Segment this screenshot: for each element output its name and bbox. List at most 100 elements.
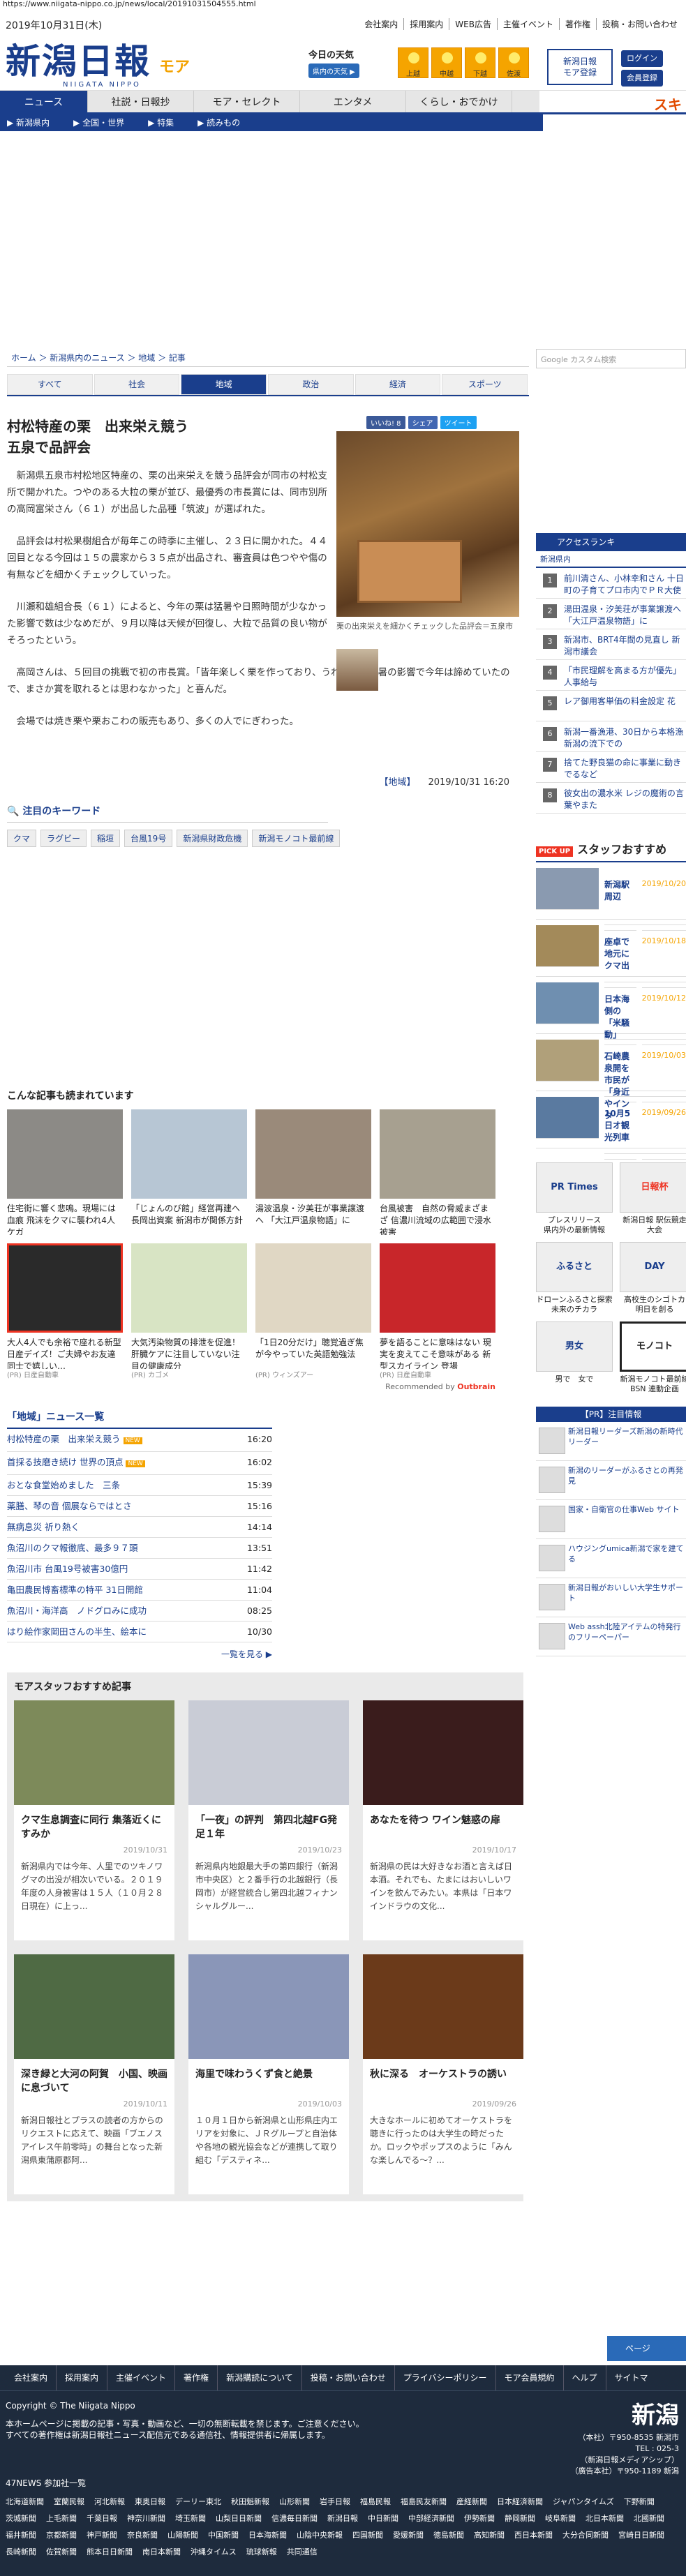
staff-card[interactable]: 秋に深る オーケストラの誘い 2019/09/26 大きなホールに初めてオーケストラ…	[363, 1954, 523, 2194]
banner[interactable]: 日報杯 新潟日報 駅伝競走大会	[620, 1162, 686, 1235]
pr-item[interactable]: Web assh北陸アイテムの特発行のフリーペーパー	[536, 1617, 686, 1656]
ranking-item[interactable]: 湯田温泉・汐美荘が事業譲渡へ「大江戸温泉物語」に	[536, 599, 686, 629]
staff-card[interactable]: あなたを待つ ワイン魅惑の扉 2019/10/17 新潟県の民は大好きなお酒と言えば…	[363, 1700, 523, 1940]
tab-politics[interactable]: 政治	[268, 374, 354, 395]
pr-item[interactable]: 新潟のリーダーがふるさとの再発見	[536, 1461, 686, 1500]
ranking-tab[interactable]: 新潟県内	[536, 551, 686, 568]
footer-link[interactable]: 主催イベント	[107, 2365, 176, 2390]
paper-link[interactable]: 山梨日日新聞	[216, 2510, 262, 2527]
news-item[interactable]: はり絵作家岡田さんの半生、絵本に 10/30	[7, 1622, 272, 1642]
paper-link[interactable]: 琉球新報	[246, 2544, 277, 2561]
paper-link[interactable]: 福島民報	[360, 2494, 391, 2510]
sr-item[interactable]: 新潟駅周辺 2019/10/20	[536, 862, 686, 931]
keyword[interactable]: 新潟県財政危機	[177, 830, 248, 847]
nav-kurashi[interactable]: くらし・おでかけ	[406, 91, 512, 112]
sr-item[interactable]: 座卓で地元にクマ出 2019/10/18	[536, 920, 686, 988]
reco-item[interactable]: 大気汚染物質の排泄を促進！肝臓ケアに注目していない注目の健康成分 (PR) カゴメ	[131, 1243, 247, 1379]
paper-link[interactable]: デーリー東北	[175, 2494, 221, 2510]
paper-link[interactable]: 愛媛新聞	[393, 2527, 424, 2544]
paper-link[interactable]: 秋田魁新報	[231, 2494, 269, 2510]
weather-button[interactable]: 県内の天気 ▶	[308, 63, 359, 78]
paper-link[interactable]: ジャパンタイムズ	[553, 2494, 614, 2510]
footer-link[interactable]: 著作権	[175, 2365, 218, 2390]
subnav-item[interactable]: ▶ 新潟県内	[7, 114, 50, 131]
footer-link[interactable]: 会社案内	[6, 2365, 57, 2390]
paper-link[interactable]: 熊本日日新聞	[87, 2544, 133, 2561]
keyword[interactable]: 新潟モノコト最前線	[252, 830, 341, 847]
reco-item[interactable]: 湯波温泉・汐美荘が事業譲渡へ 「大江戸温泉物語」に	[255, 1109, 371, 1235]
article-category[interactable]: 【地域】	[379, 777, 415, 788]
paper-link[interactable]: 宮崎日日新聞	[618, 2527, 664, 2544]
page-top-button[interactable]: ページ	[607, 2336, 686, 2361]
paper-link[interactable]: 埼玉新聞	[175, 2510, 206, 2527]
paper-link[interactable]: 信濃毎日新聞	[271, 2510, 318, 2527]
paper-link[interactable]: 福島民友新聞	[401, 2494, 447, 2510]
nav-news[interactable]: ニュース	[0, 91, 88, 112]
paper-link[interactable]: 東奥日報	[135, 2494, 165, 2510]
nav-moa-select[interactable]: モア・セレクト	[194, 91, 300, 112]
paper-link[interactable]: 岩手日報	[320, 2494, 350, 2510]
tweet-button[interactable]: ツイート	[440, 416, 477, 429]
paper-link[interactable]: 四国新聞	[352, 2527, 383, 2544]
paper-link[interactable]: 西日本新聞	[514, 2527, 553, 2544]
pr-item[interactable]: 新潟日報リーダーズ新潟の新時代リーダー	[536, 1422, 686, 1461]
paper-link[interactable]: 京都新聞	[46, 2527, 77, 2544]
footer-link[interactable]: サイトマ	[606, 2365, 657, 2390]
paper-link[interactable]: 伊勢新聞	[464, 2510, 495, 2527]
tab-society[interactable]: 社会	[94, 374, 180, 395]
photo-thumbnail[interactable]	[336, 649, 378, 691]
news-item[interactable]: 亀田農民博畜標準の特平 31日開館 11:04	[7, 1580, 272, 1601]
paper-link[interactable]: 神戸新聞	[87, 2527, 117, 2544]
sr-item[interactable]: 10月5日オ観光列車 2019/09/26	[536, 1091, 686, 1160]
paper-link[interactable]: 北日本新聞	[586, 2510, 624, 2527]
nav-editorial[interactable]: 社説・日報抄	[88, 91, 194, 112]
staff-card[interactable]: クマ生息調査に同行 集落近くにすみか 2019/10/31 新潟県内では今年、人里で…	[14, 1700, 174, 1940]
reco-item[interactable]: 台風被害 自然の脅威まざまざ 信濃川流域の広範囲で浸水被害	[380, 1109, 495, 1235]
paper-link[interactable]: 中日新聞	[368, 2510, 398, 2527]
paper-link[interactable]: 沖縄タイムス	[191, 2544, 237, 2561]
top-link[interactable]: 会社案内	[359, 18, 405, 30]
news-item[interactable]: 魚沼川市 台風19号被害30億円 11:42	[7, 1559, 272, 1580]
ranking-item[interactable]: レア御用客単価の料金設定 花	[536, 691, 686, 721]
tab-region[interactable]: 地域	[181, 374, 267, 395]
paper-link[interactable]: 上毛新聞	[46, 2510, 77, 2527]
banner[interactable]: 男女 男で 女で	[536, 1321, 613, 1394]
paper-link[interactable]: 北國新聞	[634, 2510, 664, 2527]
pr-item[interactable]: 新潟日報がおいしい大学生サポート	[536, 1578, 686, 1617]
keyword[interactable]: 稲垣	[91, 830, 121, 847]
article-photo[interactable]	[336, 431, 519, 617]
subnav-item[interactable]: ▶ 全国・世界	[73, 114, 124, 131]
top-link[interactable]: 採用案内	[404, 18, 450, 30]
top-link[interactable]: 主催イベント	[498, 18, 560, 30]
staff-card[interactable]: 「一夜」の評判 第四北越FG発足１年 2019/10/23 新潟県内地銀最大手の第四…	[188, 1700, 349, 1940]
nav-side-banner[interactable]: スキ	[539, 91, 686, 113]
keyword[interactable]: ラグビー	[40, 830, 87, 847]
top-link[interactable]: 著作権	[560, 18, 597, 30]
news-item[interactable]: おとな食堂始めました 三条 15:39	[7, 1475, 272, 1496]
paper-link[interactable]: 北海道新聞	[6, 2494, 44, 2510]
paper-link[interactable]: 共同通信	[287, 2544, 318, 2561]
outbrain-credit[interactable]: Recommended by Outbrain	[7, 1382, 495, 1391]
paper-link[interactable]: 産経新聞	[456, 2494, 487, 2510]
subnav-item[interactable]: ▶ 読みもの	[197, 114, 240, 131]
reco-item[interactable]: 大人4人でも余裕で座れる新型日産デイズ！ご夫婦やお友達同士で嬉しい… (PR) 日…	[7, 1243, 123, 1379]
breadcrumb[interactable]: ホーム ＞ 新潟県内のニュース ＞ 地域 ＞ 記事	[7, 349, 529, 367]
paper-link[interactable]: 中国新聞	[208, 2527, 239, 2544]
keyword[interactable]: 台風19号	[124, 830, 173, 847]
paper-link[interactable]: 河北新報	[94, 2494, 125, 2510]
staff-card[interactable]: 深き緑と大河の阿賀 小国、映画に息づいて 2019/10/11 新潟日報社とプラスの…	[14, 1954, 174, 2194]
weather-sun-icon[interactable]: 上越	[398, 47, 428, 78]
pr-item[interactable]: ハウジングumica新潟で家を建てる	[536, 1539, 686, 1578]
news-item[interactable]: 村松特産の栗 出来栄え競う NEW 16:20	[7, 1429, 272, 1452]
paper-link[interactable]: 奈良新聞	[127, 2527, 158, 2544]
weather-sun-icon[interactable]: 中越	[431, 47, 462, 78]
reco-item[interactable]: 夢を語ることに意味はない 現実を変えてこそ意味がある 新型スカイライン 登場 (P…	[380, 1243, 495, 1379]
ranking-item[interactable]: 捨てた野良猫の命に事業に動きでるなど	[536, 752, 686, 783]
news-item[interactable]: 魚沼川のクマ報徹底、最多９７頭 13:51	[7, 1538, 272, 1559]
signup-button[interactable]: 会員登録	[621, 70, 663, 87]
site-logo[interactable]: 新潟日報 NIIGATA NIPPO モア	[6, 42, 207, 92]
paper-link[interactable]: 徳島新聞	[433, 2527, 464, 2544]
footer-link[interactable]: 新潟購読について	[218, 2365, 302, 2390]
paper-link[interactable]: 山陽新聞	[167, 2527, 198, 2544]
paper-link[interactable]: 佐賀新聞	[46, 2544, 77, 2561]
